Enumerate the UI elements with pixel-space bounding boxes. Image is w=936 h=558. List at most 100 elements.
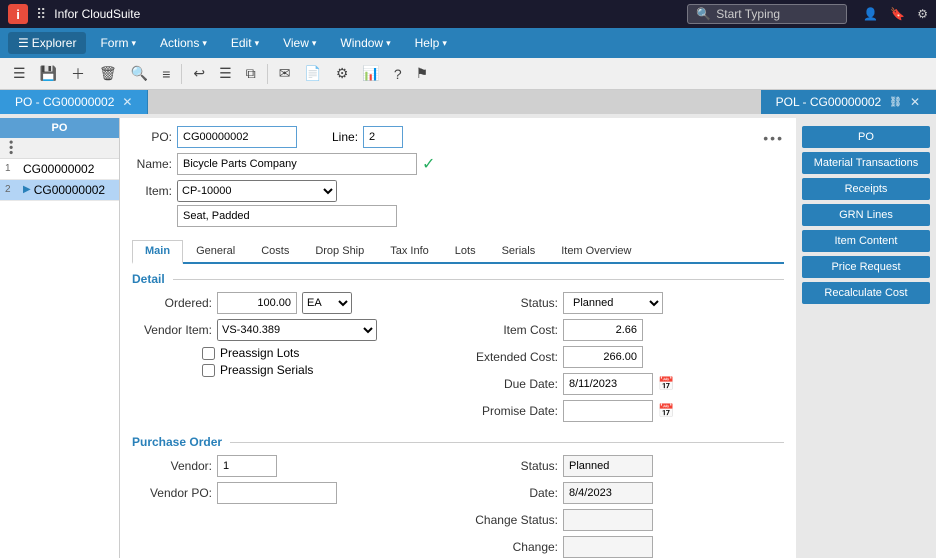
tab-item-overview[interactable]: Item Overview	[548, 240, 644, 262]
list-arrow: ▶	[23, 184, 31, 195]
sidebar-po-btn[interactable]: PO	[802, 126, 930, 148]
window-arrow: ▾	[386, 38, 391, 49]
list-context-menu[interactable]: •••	[5, 140, 17, 156]
nav-help[interactable]: Help ▾	[405, 32, 457, 54]
po-left-col: Vendor: Vendor PO:	[132, 455, 448, 558]
toolbar-delete-btn[interactable]: 🗑	[94, 62, 122, 85]
tab-serials[interactable]: Serials	[489, 240, 549, 262]
po-window-tab[interactable]: PO - CG00000002 ✕	[0, 90, 148, 114]
due-date-calendar-icon[interactable]: 📅	[658, 376, 674, 392]
nav-view[interactable]: View ▾	[273, 32, 326, 54]
ordered-input[interactable]	[217, 292, 297, 314]
nav-actions[interactable]: Actions ▾	[150, 32, 217, 54]
toolbar-back-btn[interactable]: ↩	[188, 62, 210, 85]
vendor-item-select[interactable]: VS-340.389	[217, 319, 377, 341]
name-label: Name:	[132, 157, 172, 171]
po-status-input	[563, 455, 653, 477]
po-list-header: PO	[0, 118, 119, 138]
extended-cost-input[interactable]	[563, 346, 643, 368]
toolbar-save-btn[interactable]: 💾	[35, 62, 62, 85]
promise-date-calendar-icon[interactable]: 📅	[658, 403, 674, 419]
pol-window-tab[interactable]: POL - CG00000002 ⛓ ✕	[761, 90, 936, 114]
sidebar-receipts-btn[interactable]: Receipts	[802, 178, 930, 200]
list-item[interactable]: 1 CG00000002	[0, 159, 119, 180]
vendor-field-row: Vendor:	[132, 455, 448, 477]
detail-left-col: Ordered: EA Vendor Item: VS-340.389	[132, 292, 448, 427]
toolbar-sep-2	[267, 64, 268, 84]
toolbar-doc-btn[interactable]: 📄	[299, 62, 326, 85]
list-id-2: CG00000002	[34, 183, 105, 197]
pol-tab-label: POL - CG00000002	[776, 95, 882, 109]
item-desc-input[interactable]	[177, 205, 397, 227]
settings-icon[interactable]: ⚙	[917, 7, 928, 21]
three-dots-menu[interactable]: •••	[763, 130, 784, 146]
toolbar-menu-btn[interactable]: ☰	[8, 62, 31, 85]
line-input[interactable]	[363, 126, 403, 148]
tab-tax-info[interactable]: Tax Info	[377, 240, 442, 262]
status-select[interactable]: Planned	[563, 292, 663, 314]
extended-cost-row: Extended Cost:	[468, 346, 784, 368]
toolbar-flag-btn[interactable]: ⚑	[411, 62, 434, 85]
toolbar-question-btn[interactable]: ?	[389, 63, 407, 85]
list-item-selected[interactable]: 2 ▶ CG00000002	[0, 180, 119, 201]
purchase-order-section-header: Purchase Order	[132, 435, 784, 449]
toolbar-settings-btn[interactable]: ⚙	[331, 62, 354, 85]
preassign-serials-checkbox[interactable]	[202, 364, 215, 377]
user-icon[interactable]: 👤	[863, 7, 878, 21]
toolbar-copy-btn[interactable]: ⧉	[241, 62, 261, 85]
list-id-1: CG00000002	[23, 162, 94, 176]
sidebar-recalculate-cost-btn[interactable]: Recalculate Cost	[802, 282, 930, 304]
nav-explorer[interactable]: ☰ Explorer	[8, 32, 86, 54]
tab-general[interactable]: General	[183, 240, 248, 262]
sidebar-price-request-btn[interactable]: Price Request	[802, 256, 930, 278]
item-select[interactable]: CP-10000	[177, 180, 337, 202]
promise-date-input[interactable]	[563, 400, 653, 422]
po-status-field-row: Status:	[468, 455, 784, 477]
preassign-serials-row: Preassign Serials	[202, 363, 448, 377]
right-sidebar: PO Material Transactions Receipts GRN Li…	[796, 118, 936, 558]
promise-date-row: Promise Date: 📅	[468, 400, 784, 422]
sidebar-grn-lines-btn[interactable]: GRN Lines	[802, 204, 930, 226]
preassign-lots-label: Preassign Lots	[220, 346, 299, 360]
pol-tab-close[interactable]: ✕	[910, 95, 920, 109]
item-label: Item:	[132, 184, 172, 198]
po-tab-close[interactable]: ✕	[122, 95, 132, 109]
toolbar-mail-btn[interactable]: ✉	[274, 62, 296, 85]
nav-window[interactable]: Window ▾	[330, 32, 400, 54]
po-tab-label: PO - CG00000002	[15, 95, 114, 109]
unit-select[interactable]: EA	[302, 292, 352, 314]
bookmark-icon[interactable]: 🔖	[890, 7, 905, 21]
tab-main[interactable]: Main	[132, 240, 183, 264]
due-date-input[interactable]	[563, 373, 653, 395]
apps-grid-icon[interactable]: ⠿	[36, 6, 46, 23]
vendor-input[interactable]	[217, 455, 277, 477]
tab-costs[interactable]: Costs	[248, 240, 302, 262]
vendor-po-input[interactable]	[217, 482, 337, 504]
sidebar-material-transactions-btn[interactable]: Material Transactions	[802, 152, 930, 174]
toolbar-add-btn[interactable]: ＋	[66, 61, 90, 87]
change-label: Change:	[468, 540, 558, 554]
change-status-input	[563, 509, 653, 531]
toolbar-chart-btn[interactable]: 📊	[357, 62, 384, 85]
nav-form[interactable]: Form ▾	[90, 32, 146, 54]
toolbar-list-btn[interactable]: ☰	[214, 62, 237, 85]
form-arrow: ▾	[131, 38, 136, 49]
tab-drop-ship[interactable]: Drop Ship	[302, 240, 377, 262]
preassign-lots-checkbox[interactable]	[202, 347, 215, 360]
toolbar-filter-btn[interactable]: ≡	[157, 63, 175, 85]
date-field-row: Date:	[468, 482, 784, 504]
top-bar-icons: 👤 🔖 ⚙	[863, 7, 928, 21]
sidebar-item-content-btn[interactable]: Item Content	[802, 230, 930, 252]
name-input[interactable]	[177, 153, 417, 175]
po-input[interactable]	[177, 126, 297, 148]
tab-lots[interactable]: Lots	[442, 240, 489, 262]
vendor-label: Vendor:	[132, 459, 212, 473]
app-title: Infor CloudSuite	[54, 7, 140, 21]
search-box[interactable]: 🔍 Start Typing	[687, 4, 847, 24]
toolbar-search-btn[interactable]: 🔍	[126, 62, 153, 85]
po-label: PO:	[132, 130, 172, 144]
help-arrow: ▾	[442, 38, 447, 49]
nav-edit[interactable]: Edit ▾	[221, 32, 269, 54]
sub-tabs: Main General Costs Drop Ship Tax Info Lo…	[132, 240, 784, 264]
item-cost-input[interactable]	[563, 319, 643, 341]
